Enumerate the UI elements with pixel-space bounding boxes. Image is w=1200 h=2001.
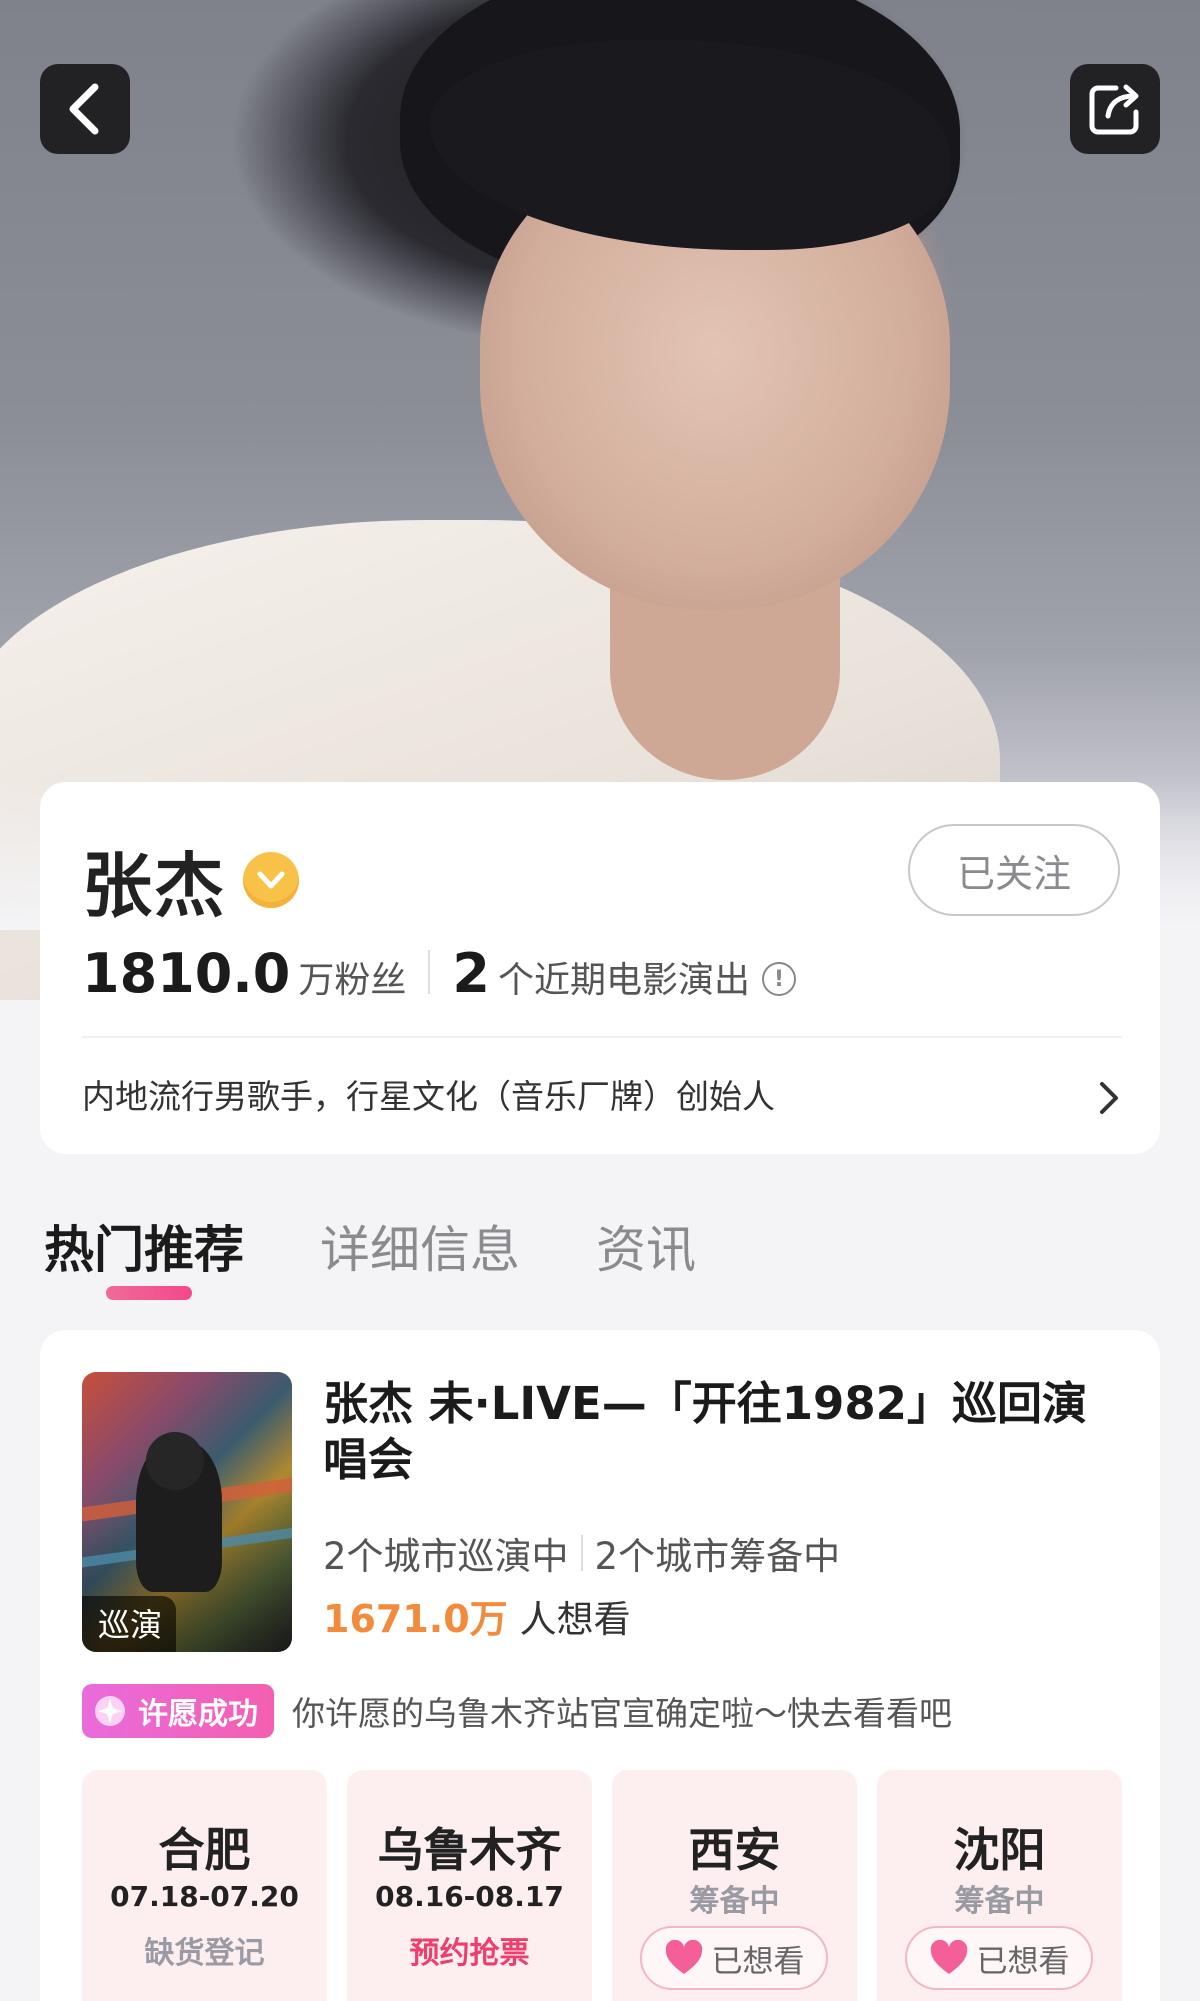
touring-count: 2个城市巡演中: [323, 1535, 569, 1578]
wish-success-badge: 许愿成功: [82, 1684, 274, 1738]
wanted-button[interactable]: 已想看: [905, 1926, 1093, 1990]
verified-badge-icon: [243, 852, 299, 908]
city-status[interactable]: 缺货登记: [82, 1928, 327, 1972]
wish-badge-label: 许愿成功: [138, 1697, 258, 1732]
share-button[interactable]: [1070, 64, 1160, 154]
artist-profile-card: 张杰 已关注 1810.0 万粉丝 2 个近期电影演出 ! 内地流行男歌手，行星…: [40, 782, 1160, 1154]
city-name: 合肥: [158, 1823, 251, 1877]
chevron-right-icon[interactable]: [1098, 1080, 1120, 1116]
wanted-label: 已想看: [976, 1943, 1070, 1980]
meta-divider: [580, 1535, 583, 1571]
artist-stats: 1810.0 万粉丝 2 个近期电影演出 !: [82, 942, 796, 1005]
stats-divider: [428, 950, 431, 994]
tour-title[interactable]: 张杰 未·LIVE—「开往1982」巡回演唱会: [323, 1376, 1123, 1488]
city-date: 07.18-07.20: [110, 1880, 299, 1913]
fans-count: 1810.0: [82, 942, 291, 1005]
wanted-button[interactable]: 已想看: [640, 1926, 828, 1990]
follow-button[interactable]: 已关注: [908, 824, 1120, 916]
city-card-urumqi[interactable]: 乌鲁木齐 08.16-08.17 预约抢票: [347, 1770, 592, 2001]
want-count: 1671.0万: [323, 1597, 508, 1641]
city-name: 沈阳: [953, 1823, 1046, 1877]
artist-name: 张杰: [82, 845, 226, 927]
shows-unit: 个近期电影演出: [497, 960, 750, 1001]
city-status[interactable]: 预约抢票: [347, 1928, 592, 1972]
tab-details[interactable]: 详细信息: [320, 1210, 520, 1282]
artist-bio[interactable]: 内地流行男歌手，行星文化（音乐厂牌）创始人: [82, 1070, 775, 1118]
want-suffix: 人想看: [519, 1598, 631, 1641]
city-date: 08.16-08.17: [375, 1880, 564, 1913]
poster-figure-head: [146, 1432, 204, 1490]
tour-poster[interactable]: 巡演: [82, 1372, 292, 1652]
share-icon: [1089, 84, 1139, 135]
heart-icon: [930, 1940, 967, 1974]
wish-wand-icon: [90, 1691, 130, 1731]
city-list: 合肥 07.18-07.20 缺货登记 乌鲁木齐 08.16-08.17 预约抢…: [82, 1770, 1122, 2001]
wanted-label: 已想看: [711, 1943, 805, 1980]
tour-card[interactable]: 巡演 张杰 未·LIVE—「开往1982」巡回演唱会 2个城市巡演中 2个城市筹…: [40, 1330, 1160, 2001]
tour-meta: 2个城市巡演中 2个城市筹备中: [323, 1526, 840, 1580]
shows-count: 2: [452, 942, 490, 1005]
heart-icon: [665, 1940, 702, 1974]
back-icon: [69, 83, 99, 135]
back-button[interactable]: [40, 64, 130, 154]
city-name: 西安: [688, 1823, 781, 1877]
city-status: 筹备中: [689, 1884, 780, 1919]
tab-hot-recommend[interactable]: 热门推荐: [44, 1210, 244, 1282]
tour-want: 1671.0万 人想看: [323, 1588, 631, 1643]
card-divider: [82, 1036, 1122, 1038]
poster-tag: 巡演: [82, 1596, 177, 1652]
active-tab-indicator: [106, 1286, 192, 1300]
preparing-count: 2个城市筹备中: [594, 1535, 841, 1578]
city-name: 乌鲁木齐: [377, 1823, 562, 1877]
city-card-shenyang[interactable]: 沈阳 筹备中 已想看: [877, 1770, 1122, 2001]
info-icon[interactable]: !: [762, 962, 796, 996]
tab-news[interactable]: 资讯: [596, 1210, 696, 1282]
fans-unit: 万粉丝: [298, 960, 407, 1001]
check-v-icon: [257, 871, 285, 889]
city-status: 筹备中: [954, 1884, 1045, 1919]
content-tabs: 热门推荐 详细信息 资讯: [44, 1210, 772, 1282]
wish-notice[interactable]: 许愿成功 你许愿的乌鲁木齐站官宣确定啦～快去看看吧: [82, 1684, 952, 1738]
city-card-xian[interactable]: 西安 筹备中 已想看: [612, 1770, 857, 2001]
wish-text: 你许愿的乌鲁木齐站官宣确定啦～快去看看吧: [292, 1694, 952, 1733]
city-card-hefei[interactable]: 合肥 07.18-07.20 缺货登记: [82, 1770, 327, 2001]
